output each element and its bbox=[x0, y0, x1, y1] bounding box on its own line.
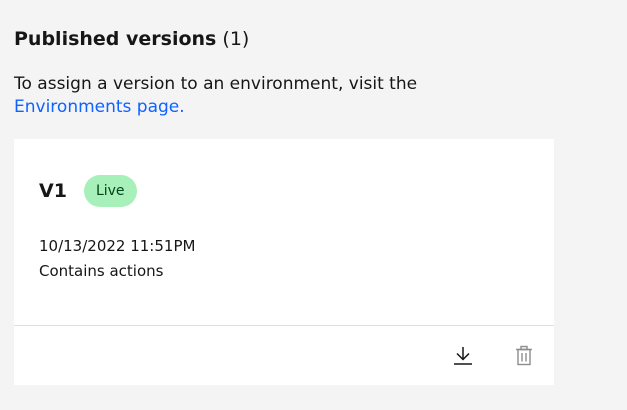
download-icon bbox=[454, 347, 472, 365]
version-count: (1) bbox=[222, 28, 250, 50]
environments-page-link[interactable]: Environments page. bbox=[14, 97, 185, 117]
version-date: 10/13/2022 11:51PM bbox=[39, 237, 196, 255]
version-card: V1 Live 10/13/2022 11:51PM Contains acti… bbox=[14, 139, 554, 385]
section-heading: Published versions (1) bbox=[14, 27, 249, 51]
version-name: V1 bbox=[39, 180, 67, 202]
status-badge: Live bbox=[83, 175, 137, 207]
version-header: V1 Live bbox=[39, 173, 137, 209]
section-description: To assign a version to an environment, v… bbox=[14, 73, 534, 119]
version-contents: Contains actions bbox=[39, 262, 164, 280]
trash-icon bbox=[516, 345, 532, 366]
delete-button[interactable] bbox=[510, 342, 538, 370]
download-button[interactable] bbox=[449, 342, 477, 370]
description-text: To assign a version to an environment, v… bbox=[14, 74, 418, 94]
version-card-body: V1 Live 10/13/2022 11:51PM Contains acti… bbox=[14, 139, 554, 325]
version-actions bbox=[14, 326, 554, 385]
section-title: Published versions bbox=[14, 28, 217, 50]
